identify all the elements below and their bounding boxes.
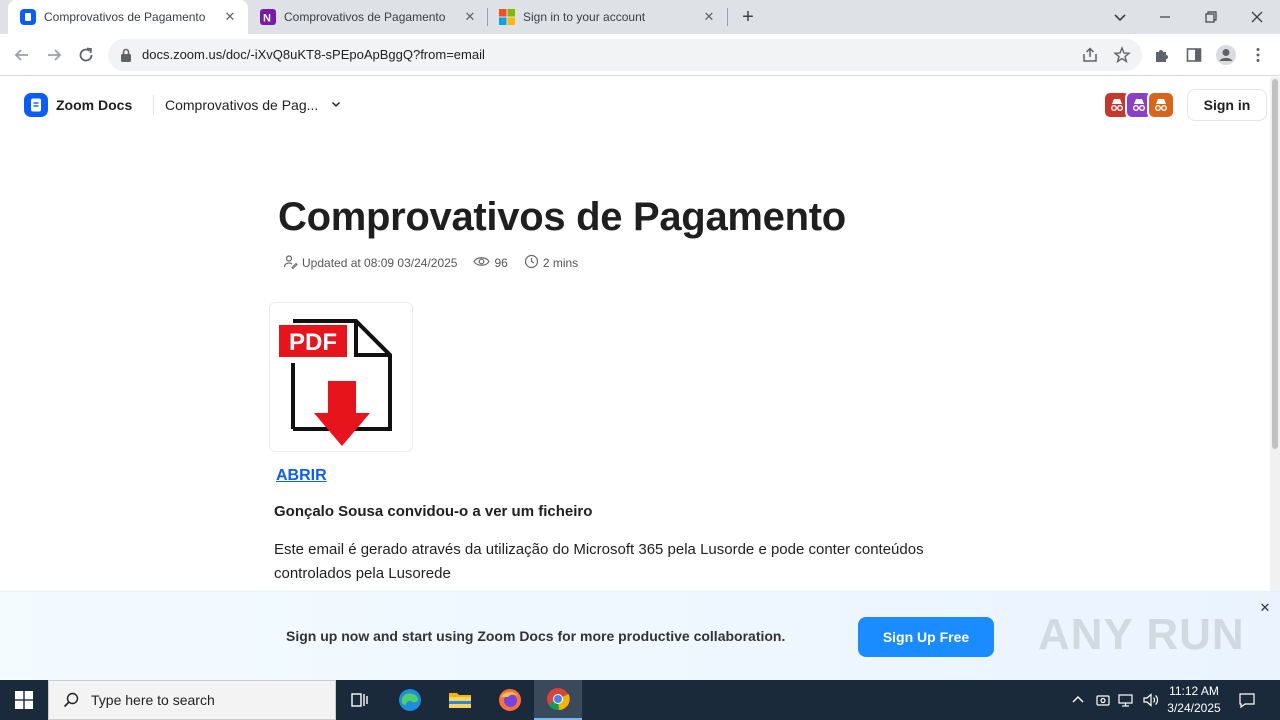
network-icon[interactable] xyxy=(1118,692,1136,713)
clock-time: 11:12 AM xyxy=(1169,684,1219,698)
user-edit-icon xyxy=(283,254,298,272)
close-icon[interactable]: ✕ xyxy=(1258,600,1272,616)
new-tab-icon[interactable]: + xyxy=(738,7,758,27)
taskbar-clock[interactable]: 11:12 AM 3/24/2025 xyxy=(1166,683,1222,717)
profile-icon[interactable] xyxy=(1214,43,1238,67)
tab-search-icon[interactable] xyxy=(1110,7,1130,27)
lock-icon[interactable] xyxy=(120,48,132,67)
microsoft-icon xyxy=(499,9,515,25)
minimize-icon[interactable] xyxy=(1155,7,1175,27)
browser-tab-strip: Comprovativos de Pagamento ✕ N Comprovat… xyxy=(0,0,1280,34)
anyrun-watermark: ANY RUN xyxy=(1038,610,1245,659)
pdf-label: PDF xyxy=(289,329,337,356)
signup-promo-banner: ANY RUN Sign up now and start using Zoom… xyxy=(0,591,1280,680)
anonymous-viewer-avatar[interactable] xyxy=(1147,91,1175,119)
search-icon xyxy=(63,692,79,708)
windows-taskbar: Type here to search 11:12 AM 3/24/2025 xyxy=(0,680,1280,720)
chrome-icon[interactable] xyxy=(534,680,582,720)
clock-date: 3/24/2025 xyxy=(1167,701,1221,715)
header-divider xyxy=(153,95,154,115)
window-close-icon[interactable] xyxy=(1247,7,1267,27)
svg-text:N: N xyxy=(263,13,271,25)
open-file-link[interactable]: ABRIR xyxy=(276,467,327,485)
tab-title: Comprovativos de Pagamento xyxy=(44,10,206,24)
zoom-docs-icon xyxy=(20,9,36,25)
document-switcher[interactable]: Comprovativos de Pag... xyxy=(165,97,342,113)
onenote-icon: N xyxy=(260,9,276,25)
browser-toolbar: docs.zoom.us/doc/-iXvQ8uKT8-sPEpoApBggQ?… xyxy=(0,34,1280,76)
zoom-docs-logo-icon[interactable] xyxy=(24,93,48,117)
forward-icon[interactable] xyxy=(42,43,66,67)
bookmark-star-icon[interactable] xyxy=(1113,46,1131,69)
zoom-docs-page: Zoom Docs Comprovativos de Pag... Sign i… xyxy=(0,77,1270,680)
views-count: 96 xyxy=(494,256,508,270)
document-title: Comprovativos de Pagamento xyxy=(278,195,846,239)
invite-line: Gonçalo Sousa convidou-o a ver um fichei… xyxy=(274,503,593,520)
document-meta: Updated at 08:09 03/24/2025 96 2 mins xyxy=(283,254,594,272)
close-icon[interactable]: ✕ xyxy=(462,9,478,25)
promo-text: Sign up now and start using Zoom Docs fo… xyxy=(286,628,786,644)
volume-icon[interactable] xyxy=(1142,692,1160,713)
tab-comprovativos-zoom[interactable]: Comprovativos de Pagamento ✕ xyxy=(8,0,248,34)
url-text: docs.zoom.us/doc/-iXvQ8uKT8-sPEpoApBggQ?… xyxy=(142,47,485,62)
tab-separator xyxy=(727,8,728,26)
eye-icon xyxy=(473,254,491,272)
scrollbar-thumb[interactable] xyxy=(1272,79,1278,449)
taskbar-search-box[interactable]: Type here to search xyxy=(48,680,336,720)
extensions-icon[interactable] xyxy=(1150,43,1174,67)
close-icon[interactable]: ✕ xyxy=(222,9,238,25)
share-icon[interactable] xyxy=(1081,46,1099,69)
updated-meta: Updated at 08:09 03/24/2025 xyxy=(283,254,457,272)
tab-sign-in[interactable]: Sign in to your account ✕ xyxy=(487,0,727,34)
firefox-icon[interactable] xyxy=(486,680,534,720)
read-time: 2 mins xyxy=(542,256,579,270)
back-icon[interactable] xyxy=(10,43,34,67)
tab-comprovativos-onenote[interactable]: N Comprovativos de Pagamento ✕ xyxy=(248,0,488,34)
clock-icon xyxy=(524,254,539,272)
document-switcher-label: Comprovativos de Pag... xyxy=(165,97,319,113)
chevron-down-icon xyxy=(330,97,342,113)
reload-icon[interactable] xyxy=(74,43,98,67)
task-view-icon[interactable] xyxy=(336,680,384,720)
document-body: Este email é gerado através da utilizaçã… xyxy=(274,541,924,582)
windows-start-icon[interactable] xyxy=(0,680,48,720)
page-scrollbar[interactable] xyxy=(1270,77,1280,680)
side-panel-icon[interactable] xyxy=(1182,43,1206,67)
menu-kebab-icon[interactable] xyxy=(1246,43,1270,67)
file-explorer-icon[interactable] xyxy=(436,680,484,720)
restore-icon[interactable] xyxy=(1201,7,1221,27)
edge-icon[interactable] xyxy=(386,680,434,720)
address-bar[interactable]: docs.zoom.us/doc/-iXvQ8uKT8-sPEpoApBggQ?… xyxy=(108,39,1142,71)
pdf-download-image[interactable]: PDF xyxy=(269,302,413,452)
brand-name[interactable]: Zoom Docs xyxy=(56,97,132,113)
meet-now-icon[interactable] xyxy=(1095,692,1111,713)
tab-title: Sign in to your account xyxy=(523,10,646,24)
tab-title: Comprovativos de Pagamento xyxy=(284,10,446,24)
notifications-icon[interactable] xyxy=(1238,691,1256,714)
read-time-meta: 2 mins xyxy=(524,254,578,272)
sign-up-free-button[interactable]: Sign Up Free xyxy=(858,617,994,657)
updated-text: Updated at 08:09 03/24/2025 xyxy=(302,256,458,270)
chevron-up-icon[interactable] xyxy=(1070,692,1086,713)
views-meta: 96 xyxy=(473,254,508,272)
sign-in-button[interactable]: Sign in xyxy=(1187,89,1267,121)
close-icon[interactable]: ✕ xyxy=(701,9,717,25)
taskbar-search-placeholder: Type here to search xyxy=(91,692,215,708)
